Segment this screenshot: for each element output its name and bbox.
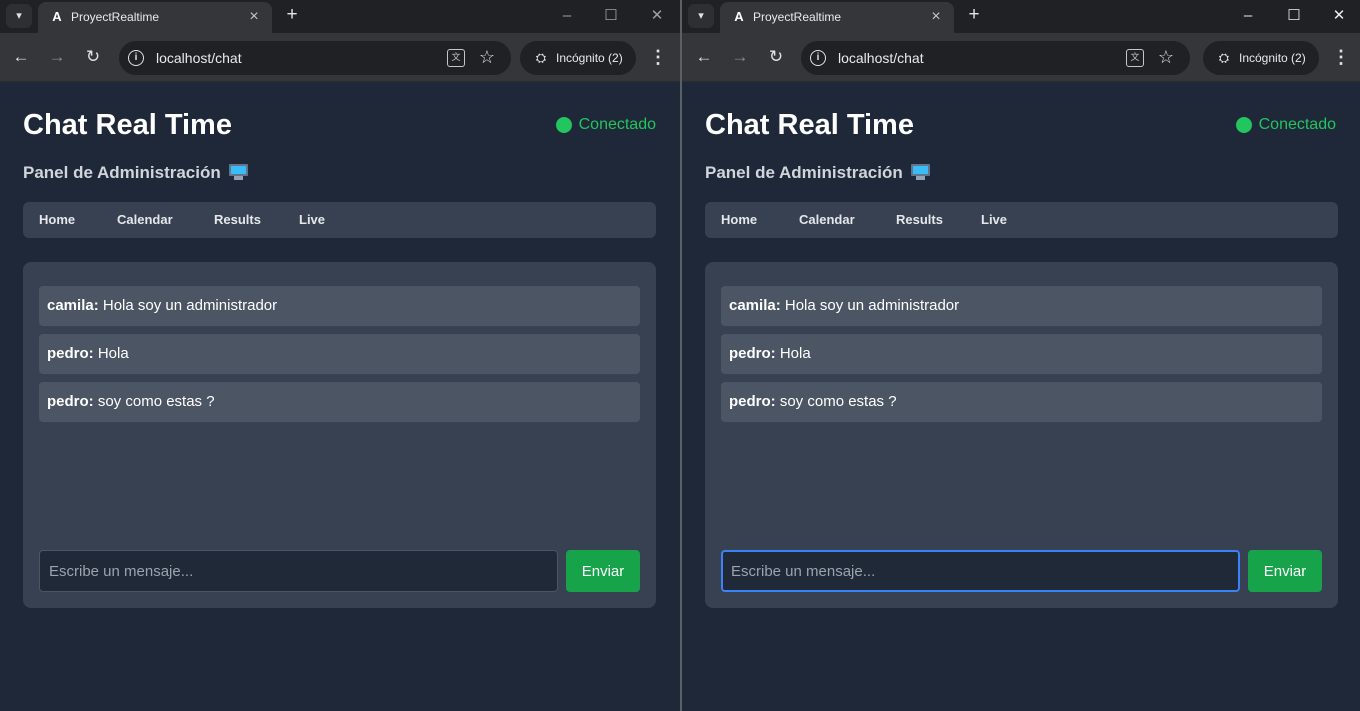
subtitle-text: Panel de Administración: [705, 163, 903, 182]
info-icon[interactable]: i: [128, 50, 144, 66]
chat-message: pedro: soy como estas ?: [39, 382, 640, 422]
page-content: Chat Real Time Conectado Panel de Admini…: [682, 83, 1360, 711]
tab-strip: ▾ A ProyectRealtime × + – ☐ ✕: [682, 0, 1360, 33]
message-author: pedro:: [729, 345, 776, 362]
browser-toolbar: ← → ↻ i localhost/chat 文 ☆ ⛭ Incógnito (…: [0, 33, 680, 82]
message-text: Hola: [97, 345, 129, 362]
nav-results[interactable]: Results: [896, 212, 943, 227]
arrow-right-icon[interactable]: →: [728, 45, 752, 69]
message-text: Hola soy un administrador: [784, 297, 960, 314]
incognito-button[interactable]: ⛭ Incógnito (2): [520, 41, 636, 75]
translate-icon[interactable]: 文: [447, 49, 465, 67]
status-text: Conectado: [1258, 116, 1336, 133]
chat-message: pedro: soy como estas ?: [721, 382, 1322, 422]
nav-home[interactable]: Home: [721, 212, 757, 227]
arrow-left-icon[interactable]: ←: [9, 45, 33, 69]
status-text: Conectado: [578, 116, 656, 133]
incognito-label: Incógnito (2): [1239, 51, 1306, 65]
nav-live[interactable]: Live: [981, 212, 1007, 227]
tab-strip: ▾ A ProyectRealtime × + – ☐ ✕: [0, 0, 680, 33]
arrow-left-icon[interactable]: ←: [692, 45, 716, 69]
close-window-icon[interactable]: ✕: [1325, 4, 1353, 28]
nav-results[interactable]: Results: [214, 212, 261, 227]
nav-calendar[interactable]: Calendar: [117, 212, 173, 227]
browser-toolbar: ← → ↻ i localhost/chat 文 ☆ ⛭ Incógnito (…: [682, 33, 1360, 82]
tab-title: ProyectRealtime: [753, 10, 842, 24]
browser-tab[interactable]: A ProyectRealtime ×: [38, 2, 272, 33]
browser-tab[interactable]: A ProyectRealtime ×: [720, 2, 954, 33]
message-author: pedro:: [47, 345, 94, 362]
maximize-icon[interactable]: ☐: [1280, 4, 1308, 28]
reload-icon[interactable]: ↻: [81, 45, 105, 69]
chat-message: camila: Hola soy un administrador: [721, 286, 1322, 326]
nav-calendar[interactable]: Calendar: [799, 212, 855, 227]
nav-home[interactable]: Home: [39, 212, 75, 227]
minimize-icon[interactable]: –: [1234, 4, 1262, 28]
nav-bar: Home Calendar Results Live: [23, 202, 656, 238]
maximize-icon[interactable]: ☐: [597, 4, 625, 28]
page-title: Chat Real Time: [705, 109, 914, 141]
address-bar[interactable]: i localhost/chat 文 ☆: [801, 41, 1190, 75]
plus-icon[interactable]: +: [962, 4, 986, 28]
chat-message: camila: Hola soy un administrador: [39, 286, 640, 326]
url-text[interactable]: localhost/chat: [156, 50, 242, 66]
browser-window-left: ▾ A ProyectRealtime × + – ☐ ✕ ← → ↻ i lo…: [0, 0, 680, 711]
status-dot-icon: [555, 117, 572, 133]
incognito-button[interactable]: ⛭ Incógnito (2): [1203, 41, 1319, 75]
url-text[interactable]: localhost/chat: [838, 50, 924, 66]
panel-subtitle: Panel de Administración: [23, 163, 248, 183]
translate-icon[interactable]: 文: [1126, 49, 1144, 67]
star-icon[interactable]: ☆: [1156, 47, 1176, 67]
computer-icon: [910, 164, 930, 180]
message-author: camila:: [729, 297, 781, 314]
star-icon[interactable]: ☆: [477, 47, 497, 67]
connection-status: Conectado: [1235, 116, 1336, 136]
panel-subtitle: Panel de Administración: [705, 163, 930, 183]
chat-message: pedro: Hola: [721, 334, 1322, 374]
incognito-label: Incógnito (2): [556, 51, 623, 65]
chevron-down-icon[interactable]: ▾: [688, 4, 714, 28]
info-icon[interactable]: i: [810, 50, 826, 66]
message-text: soy como estas ?: [779, 393, 897, 410]
tab-title: ProyectRealtime: [71, 10, 160, 24]
kebab-menu-icon[interactable]: ⋮: [646, 45, 670, 69]
close-icon[interactable]: ×: [928, 8, 944, 26]
incognito-icon: ⛭: [1218, 50, 1230, 65]
message-input[interactable]: [721, 550, 1240, 592]
minimize-icon[interactable]: –: [553, 4, 581, 28]
message-text: soy como estas ?: [97, 393, 215, 410]
message-text: Hola: [779, 345, 811, 362]
send-button[interactable]: Enviar: [1248, 550, 1322, 592]
kebab-menu-icon[interactable]: ⋮: [1329, 45, 1353, 69]
chevron-down-icon[interactable]: ▾: [6, 4, 32, 28]
computer-icon: [228, 164, 248, 180]
close-icon[interactable]: ×: [246, 8, 262, 26]
incognito-icon: ⛭: [535, 50, 547, 65]
browser-window-right: ▾ A ProyectRealtime × + – ☐ ✕ ← → ↻ i lo…: [682, 0, 1360, 711]
message-author: pedro:: [47, 393, 94, 410]
close-window-icon[interactable]: ✕: [643, 4, 671, 28]
message-text: Hola soy un administrador: [102, 297, 278, 314]
chat-panel: camila: Hola soy un administrador pedro:…: [23, 262, 656, 608]
chat-message: pedro: Hola: [39, 334, 640, 374]
message-input[interactable]: [39, 550, 558, 592]
chat-panel: camila: Hola soy un administrador pedro:…: [705, 262, 1338, 608]
address-bar[interactable]: i localhost/chat 文 ☆: [119, 41, 511, 75]
plus-icon[interactable]: +: [280, 4, 304, 28]
reload-icon[interactable]: ↻: [764, 45, 788, 69]
nav-bar: Home Calendar Results Live: [705, 202, 1338, 238]
message-author: pedro:: [729, 393, 776, 410]
nav-live[interactable]: Live: [299, 212, 325, 227]
angular-logo-icon: A: [52, 9, 62, 24]
page-content: Chat Real Time Conectado Panel de Admini…: [0, 83, 680, 711]
arrow-right-icon[interactable]: →: [45, 45, 69, 69]
page-title: Chat Real Time: [23, 109, 232, 141]
status-dot-icon: [1235, 117, 1252, 133]
subtitle-text: Panel de Administración: [23, 163, 221, 182]
connection-status: Conectado: [555, 116, 656, 136]
send-button[interactable]: Enviar: [566, 550, 640, 592]
angular-logo-icon: A: [734, 9, 744, 24]
message-author: camila:: [47, 297, 99, 314]
